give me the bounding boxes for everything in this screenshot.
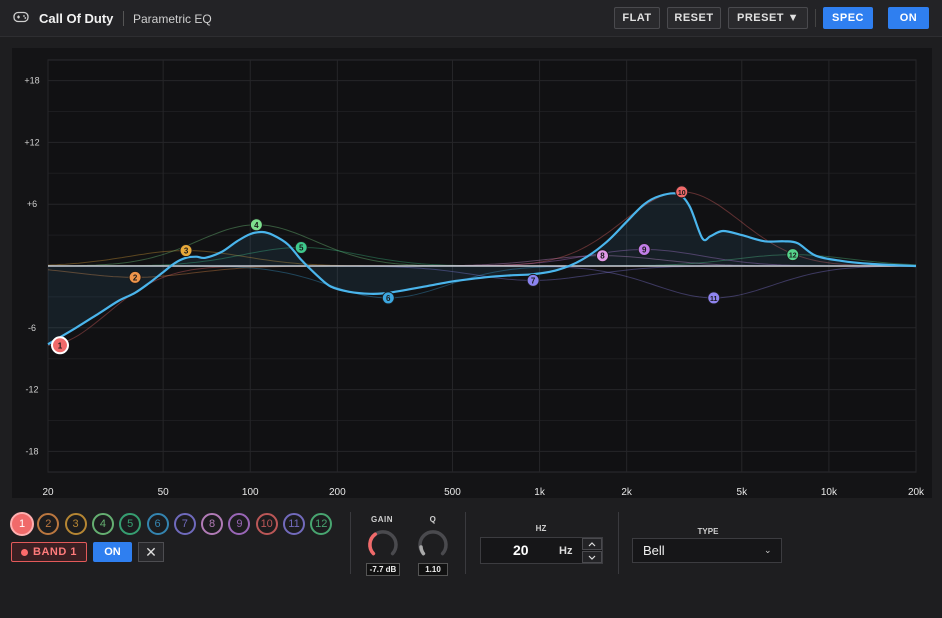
band-on-button[interactable]: ON <box>93 542 132 562</box>
band-10-handle[interactable]: 10 <box>675 185 689 199</box>
frequency-value[interactable]: 20 <box>513 542 529 558</box>
frequency-unit: Hz <box>559 545 573 557</box>
eq-on-button[interactable]: ON <box>888 7 929 29</box>
title-divider <box>123 11 124 26</box>
q-value[interactable]: 1.10 <box>418 563 448 576</box>
svg-text:9: 9 <box>642 246 647 255</box>
divider <box>465 512 466 574</box>
band-9-button[interactable]: 9 <box>228 513 251 535</box>
band-12-handle[interactable]: 12 <box>786 248 800 262</box>
y-axis-label: -12 <box>25 385 38 395</box>
band-10-button[interactable]: 10 <box>255 513 278 535</box>
band-3-handle[interactable]: 3 <box>179 244 193 258</box>
x-axis-label: 100 <box>241 487 259 498</box>
band-2-handle[interactable]: 2 <box>128 270 142 284</box>
y-axis-label: +18 <box>24 76 39 86</box>
window-subtitle: Parametric EQ <box>133 12 212 26</box>
q-label: Q <box>429 515 437 524</box>
band-2-button[interactable]: 2 <box>37 513 60 535</box>
band-11-handle[interactable]: 11 <box>707 291 721 305</box>
svg-text:12: 12 <box>789 253 797 260</box>
title-bar: Call Of Duty Parametric EQ FLAT RESET PR… <box>0 0 942 37</box>
x-axis-label: 1k <box>534 487 545 498</box>
y-axis-label: -18 <box>25 446 38 456</box>
preset-dropdown[interactable]: PRESET ▼ <box>728 7 808 29</box>
gamepad-icon <box>13 11 29 23</box>
svg-text:4: 4 <box>254 221 259 230</box>
svg-text:6: 6 <box>386 294 391 303</box>
app-title: Call Of Duty <box>39 11 114 26</box>
filter-type-label: TYPE <box>697 527 719 536</box>
band-11-button[interactable]: 11 <box>283 513 305 535</box>
divider <box>618 512 619 574</box>
divider <box>350 512 351 574</box>
band-8-handle[interactable]: 8 <box>595 249 609 263</box>
svg-text:3: 3 <box>184 247 189 256</box>
gain-label: GAIN <box>371 515 393 524</box>
gain-knob[interactable] <box>366 526 400 560</box>
x-axis-label: 20k <box>907 487 925 498</box>
y-axis-label: +12 <box>24 137 39 147</box>
frequency-decrement-button[interactable] <box>582 551 602 563</box>
band-label-text: BAND 1 <box>33 546 77 558</box>
spectrum-toggle-button[interactable]: SPEC <box>823 7 873 29</box>
eq-graph[interactable]: +18 +12 +6 -6 -12 -18 1 2 3 4 5 6 7 8 9 10 11 12 <box>12 48 932 498</box>
band-12-button[interactable]: 12 <box>310 513 333 535</box>
svg-text:7: 7 <box>531 276 536 285</box>
y-axis-label: -6 <box>28 323 36 333</box>
gain-value[interactable]: -7.7 dB <box>366 563 400 576</box>
q-knob[interactable] <box>416 526 450 560</box>
svg-text:5: 5 <box>299 243 304 252</box>
svg-text:11: 11 <box>710 296 718 303</box>
eq-graph-canvas[interactable]: +18+12+6-6-12-18123456789101112 <box>12 48 932 498</box>
flat-button[interactable]: FLAT <box>614 7 660 29</box>
x-axis-label: 50 <box>157 487 169 498</box>
band-7-button[interactable]: 7 <box>173 513 196 535</box>
frequency-label: HZ <box>535 524 547 533</box>
selected-band-label: BAND 1 <box>11 542 87 562</box>
band-8-button[interactable]: 8 <box>201 513 224 535</box>
reset-button[interactable]: RESET <box>667 7 721 29</box>
band-7-handle[interactable]: 7 <box>526 273 540 287</box>
band-4-button[interactable]: 4 <box>91 513 114 535</box>
svg-text:1: 1 <box>58 341 63 350</box>
band-color-dot <box>21 548 29 556</box>
band-5-button[interactable]: 5 <box>119 513 142 535</box>
chevron-up-icon <box>588 541 596 546</box>
band-3-button[interactable]: 3 <box>64 513 87 535</box>
filter-type-value[interactable]: Bell <box>643 543 665 558</box>
svg-text:8: 8 <box>600 252 605 261</box>
frequency-increment-button[interactable] <box>582 538 602 550</box>
y-axis-label: +6 <box>27 199 37 209</box>
x-axis-label: 20 <box>42 487 54 498</box>
x-axis-label: 2k <box>621 487 632 498</box>
x-axis-label: 5k <box>736 487 748 498</box>
chevron-down-icon: ⌄ <box>764 545 772 555</box>
remove-band-button[interactable]: ✕ <box>138 542 164 562</box>
toolbar-divider <box>815 9 816 27</box>
band-4-handle[interactable]: 4 <box>249 218 263 232</box>
x-axis-label: 200 <box>328 487 346 498</box>
band-9-handle[interactable]: 9 <box>637 243 651 257</box>
band-1-handle[interactable]: 1 <box>51 336 69 355</box>
svg-text:2: 2 <box>133 273 138 282</box>
svg-text:10: 10 <box>678 190 686 197</box>
band-6-handle[interactable]: 6 <box>381 291 395 305</box>
chevron-down-icon <box>588 555 596 560</box>
x-axis-label: 10k <box>820 487 837 498</box>
band-1-button[interactable]: 1 <box>10 512 34 536</box>
band-6-button[interactable]: 6 <box>146 513 169 535</box>
x-axis-label: 500 <box>444 487 461 498</box>
band-5-handle[interactable]: 5 <box>294 240 308 254</box>
